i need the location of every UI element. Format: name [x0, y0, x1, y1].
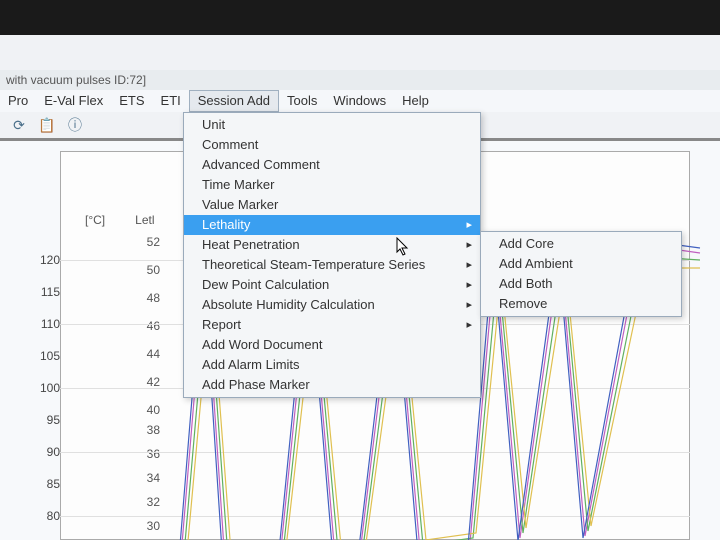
menu-item-theoretical-steam[interactable]: Theoretical Steam-Temperature Series [184, 255, 480, 275]
title-bar: with vacuum pulses ID:72] [0, 70, 720, 90]
lethality-submenu: Add Core Add Ambient Add Both Remove [480, 231, 682, 317]
axis-left-unit: [°C] [85, 213, 105, 227]
menu-session-add[interactable]: Session Add [189, 90, 279, 112]
yaxis-right-tick: 32 [120, 495, 160, 509]
menu-evalflex[interactable]: E-Val Flex [36, 90, 111, 112]
menu-item-add-word-document[interactable]: Add Word Document [184, 335, 480, 355]
yaxis-left-tick: 115 [5, 285, 60, 299]
menu-bar: Pro E-Val Flex ETS ETI Session Add Tools… [0, 90, 720, 113]
clipboard-icon[interactable]: 📋 [38, 116, 56, 134]
menu-help[interactable]: Help [394, 90, 437, 112]
submenu-add-ambient[interactable]: Add Ambient [481, 254, 681, 274]
menu-tools[interactable]: Tools [279, 90, 325, 112]
yaxis-right-tick: 44 [120, 347, 160, 361]
menu-pro[interactable]: Pro [0, 90, 36, 112]
gridline [60, 452, 690, 453]
menu-item-unit[interactable]: Unit [184, 115, 480, 135]
yaxis-left-tick: 110 [5, 317, 60, 331]
yaxis-right-tick: 30 [120, 519, 160, 533]
submenu-add-both[interactable]: Add Both [481, 274, 681, 294]
menu-item-add-phase-marker[interactable]: Add Phase Marker [184, 375, 480, 395]
menu-item-lethality[interactable]: Lethality [184, 215, 480, 235]
yaxis-left-tick: 95 [5, 413, 60, 427]
refresh-icon[interactable]: ⟳ [10, 116, 28, 134]
info-icon[interactable]: ⓘ [66, 116, 84, 134]
yaxis-left-tick: 90 [5, 445, 60, 459]
menu-item-report[interactable]: Report [184, 315, 480, 335]
yaxis-right-tick: 40 [120, 403, 160, 417]
yaxis-left-tick: 85 [5, 477, 60, 491]
menu-ets[interactable]: ETS [111, 90, 152, 112]
yaxis-left-tick: 120 [5, 253, 60, 267]
app-window: with vacuum pulses ID:72] Pro E-Val Flex… [0, 0, 720, 540]
gridline [60, 516, 690, 517]
title-text: with vacuum pulses ID:72] [6, 73, 146, 87]
menu-item-comment[interactable]: Comment [184, 135, 480, 155]
yaxis-right-tick: 38 [120, 423, 160, 437]
menu-eti[interactable]: ETI [153, 90, 189, 112]
submenu-add-core[interactable]: Add Core [481, 234, 681, 254]
menu-item-time-marker[interactable]: Time Marker [184, 175, 480, 195]
menu-item-dew-point[interactable]: Dew Point Calculation [184, 275, 480, 295]
yaxis-right-tick: 50 [120, 263, 160, 277]
yaxis-right-tick: 34 [120, 471, 160, 485]
menu-item-add-alarm-limits[interactable]: Add Alarm Limits [184, 355, 480, 375]
menu-item-absolute-humidity[interactable]: Absolute Humidity Calculation [184, 295, 480, 315]
menu-item-advanced-comment[interactable]: Advanced Comment [184, 155, 480, 175]
axis-header: [°C] Letl [85, 213, 155, 227]
yaxis-right-tick: 42 [120, 375, 160, 389]
yaxis-left-tick: 105 [5, 349, 60, 363]
menu-item-heat-penetration[interactable]: Heat Penetration [184, 235, 480, 255]
yaxis-right-tick: 46 [120, 319, 160, 333]
session-add-menu: Unit Comment Advanced Comment Time Marke… [183, 112, 481, 398]
yaxis-right-tick: 52 [120, 235, 160, 249]
yaxis-left-tick: 80 [5, 509, 60, 523]
yaxis-right-tick: 48 [120, 291, 160, 305]
yaxis-left-tick: 100 [5, 381, 60, 395]
menu-windows[interactable]: Windows [325, 90, 394, 112]
menu-item-value-marker[interactable]: Value Marker [184, 195, 480, 215]
yaxis-right-tick: 36 [120, 447, 160, 461]
axis-right-header: Letl [135, 213, 154, 227]
submenu-remove[interactable]: Remove [481, 294, 681, 314]
